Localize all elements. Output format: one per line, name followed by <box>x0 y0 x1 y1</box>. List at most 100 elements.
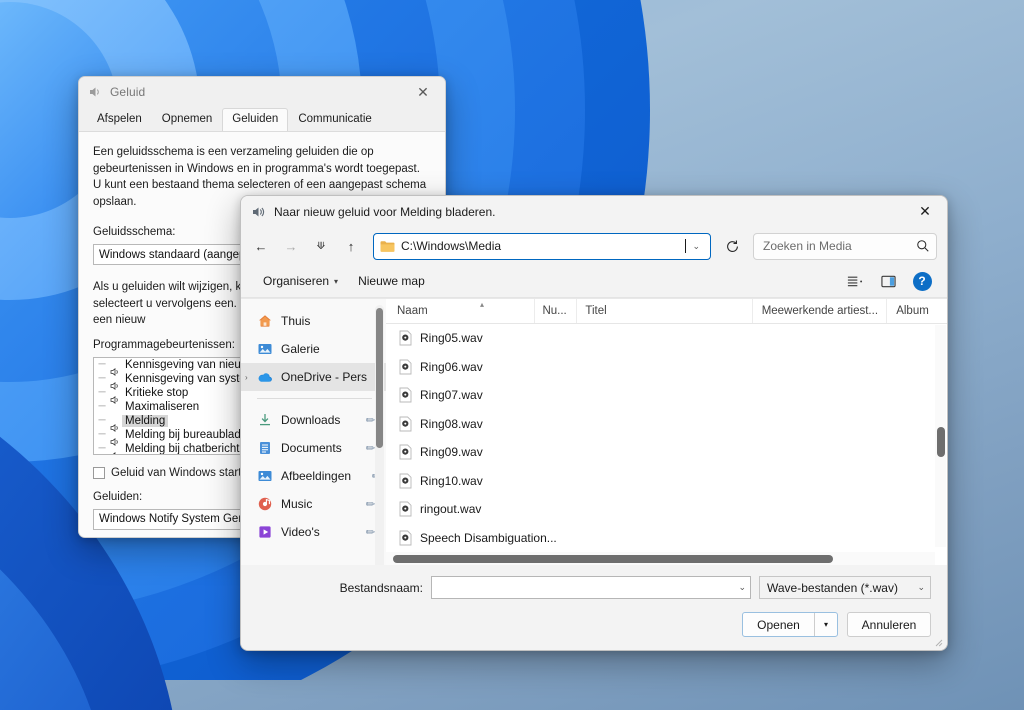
tab-geluiden[interactable]: Geluiden <box>222 108 289 132</box>
sidebar-item-label: Galerie <box>281 342 320 356</box>
resize-grip-icon[interactable] <box>933 637 943 647</box>
cancel-button[interactable]: Annuleren <box>847 612 931 637</box>
tab-opnemen[interactable]: Opnemen <box>152 108 223 132</box>
home-icon <box>257 313 273 329</box>
file-name: Ring05.wav <box>420 331 483 346</box>
file-list-header: Naam ▴ Nu... Titel Meewerkende artiest..… <box>386 299 947 324</box>
video-icon <box>257 524 273 540</box>
file-name: Ring09.wav <box>420 445 483 460</box>
table-row[interactable]: Ring10.wav <box>386 467 947 496</box>
filename-row: Bestandsnaam: ⌄ Wave-bestanden (*.wav) ⌄ <box>257 576 931 599</box>
column-header-label: Titel <box>585 305 607 317</box>
documents-icon <box>257 440 273 456</box>
organize-button[interactable]: Organiseren ▾ <box>255 270 346 292</box>
table-row[interactable]: Ring05.wav <box>386 324 947 353</box>
sidebar-item-downloads[interactable]: Downloads ✐ <box>241 406 386 434</box>
view-list-icon[interactable] <box>839 268 869 294</box>
wav-file-icon <box>399 416 412 432</box>
sidebar-item-afbeeldingen[interactable]: Afbeeldingen ✐ <box>241 462 386 490</box>
arrow-left-icon[interactable]: ← <box>247 232 275 260</box>
file-type-filter[interactable]: Wave-bestanden (*.wav) ⌄ <box>759 576 931 599</box>
file-dialog-main: Thuis Galerie › OneDrive - Pers Download… <box>241 298 947 565</box>
new-folder-button[interactable]: Nieuwe map <box>350 270 433 292</box>
file-list-horizontal-scrollbar[interactable] <box>386 552 935 565</box>
file-dialog-title: Naar nieuw geluid voor Melding bladeren. <box>274 204 496 219</box>
desktop: Geluid ✕ Afspelen Opnemen Geluiden Commu… <box>0 0 1024 710</box>
column-header-nummer[interactable]: Nu... <box>535 299 578 323</box>
column-header-titel[interactable]: Titel <box>577 299 753 323</box>
sidebar-item-label: Afbeeldingen <box>281 469 352 483</box>
checkbox[interactable] <box>93 466 105 479</box>
file-list-vertical-scrollbar[interactable] <box>935 325 946 547</box>
refresh-icon[interactable] <box>717 233 747 260</box>
search-input[interactable]: Zoeken in Media <box>753 232 937 260</box>
table-row[interactable]: Ring06.wav <box>386 353 947 382</box>
sound-dialog-titlebar: Geluid ✕ <box>79 77 445 107</box>
tree-line: ─ <box>98 373 106 384</box>
column-header-artiest[interactable]: Meewerkende artiest... <box>753 299 888 323</box>
address-bar[interactable]: C:\Windows\Media ⌄ <box>373 232 711 260</box>
sidebar-item-documents[interactable]: Documents ✐ <box>241 434 386 462</box>
file-type-value: Wave-bestanden (*.wav) <box>767 580 898 595</box>
search-icon[interactable] <box>916 239 930 253</box>
chevron-right-icon[interactable]: › <box>245 373 248 382</box>
chevron-down-icon[interactable]: ⟱ <box>307 232 335 260</box>
tab-communicatie[interactable]: Communicatie <box>288 108 382 132</box>
tree-line: ─ <box>98 401 106 412</box>
address-toolbar: ← → ⟱ ↑ C:\Windows\Media ⌄ Zoeken in Med… <box>241 227 947 265</box>
table-row[interactable]: ringout.wav <box>386 495 947 524</box>
open-dropdown-icon[interactable]: ▾ <box>815 613 837 636</box>
tab-afspelen[interactable]: Afspelen <box>87 108 152 132</box>
scrollbar-thumb[interactable] <box>393 555 833 563</box>
list-item-label: Melding bij chatbericht <box>125 442 240 455</box>
column-header-naam[interactable]: Naam ▴ <box>386 299 536 323</box>
tree-line: ─ <box>98 429 106 440</box>
table-row[interactable]: Speech Disambiguation... <box>386 524 947 553</box>
file-dialog-footer: Bestandsnaam: ⌄ Wave-bestanden (*.wav) ⌄… <box>241 565 947 650</box>
open-button-group[interactable]: Openen ▾ <box>742 612 838 637</box>
table-row[interactable]: Ring09.wav <box>386 438 947 467</box>
list-item-label: Melding <box>122 414 169 427</box>
close-icon[interactable]: ✕ <box>903 196 947 227</box>
chevron-down-icon[interactable]: ⌄ <box>686 241 706 252</box>
scrollbar-thumb[interactable] <box>937 427 945 457</box>
sidebar-item-onedrive[interactable]: › OneDrive - Pers <box>241 363 386 391</box>
chevron-down-icon: ▾ <box>334 276 339 286</box>
chevron-down-icon[interactable]: ⌄ <box>738 582 746 593</box>
tree-line: ─ <box>98 387 106 398</box>
file-name: ringout.wav <box>420 502 482 517</box>
sidebar-item-music[interactable]: Music ✐ <box>241 490 386 518</box>
help-icon[interactable]: ? <box>907 268 937 294</box>
column-header-album[interactable]: Album <box>887 299 947 323</box>
file-list: Naam ▴ Nu... Titel Meewerkende artiest..… <box>386 299 947 565</box>
sound-dialog-tabs: Afspelen Opnemen Geluiden Communicatie <box>79 107 445 132</box>
command-bar: Organiseren ▾ Nieuwe map ? <box>241 265 947 298</box>
address-path-text: C:\Windows\Media <box>401 239 502 253</box>
speaker-icon <box>88 85 102 99</box>
list-item-label: Kritieke stop <box>125 386 189 399</box>
open-button[interactable]: Openen <box>743 613 815 636</box>
tree-line: ─ <box>98 415 106 426</box>
wav-file-icon <box>399 530 412 546</box>
column-header-label: Naam <box>397 305 428 317</box>
sidebar-item-label: Downloads <box>281 413 341 427</box>
details-pane-icon[interactable] <box>873 268 903 294</box>
filename-input[interactable]: ⌄ <box>431 576 751 599</box>
arrow-right-icon[interactable]: → <box>277 232 305 260</box>
folder-icon <box>380 240 395 253</box>
scrollbar-thumb[interactable] <box>376 308 383 448</box>
table-row[interactable]: Ring07.wav <box>386 381 947 410</box>
onedrive-icon <box>257 369 273 385</box>
sidebar-item-thuis[interactable]: Thuis <box>241 307 386 335</box>
navigation-pane: Thuis Galerie › OneDrive - Pers Download… <box>241 299 386 565</box>
arrow-up-icon[interactable]: ↑ <box>337 232 365 260</box>
sound-dialog-title: Geluid <box>110 85 146 99</box>
navigation-pane-scrollbar[interactable] <box>375 305 384 565</box>
wav-file-icon <box>399 501 412 517</box>
sidebar-item-videos[interactable]: Video's ✐ <box>241 518 386 546</box>
table-row[interactable]: Ring08.wav <box>386 410 947 439</box>
column-header-label: Nu... <box>542 305 567 317</box>
sidebar-item-galerie[interactable]: Galerie <box>241 335 386 363</box>
close-icon[interactable]: ✕ <box>401 77 445 107</box>
file-name: Ring07.wav <box>420 388 483 403</box>
